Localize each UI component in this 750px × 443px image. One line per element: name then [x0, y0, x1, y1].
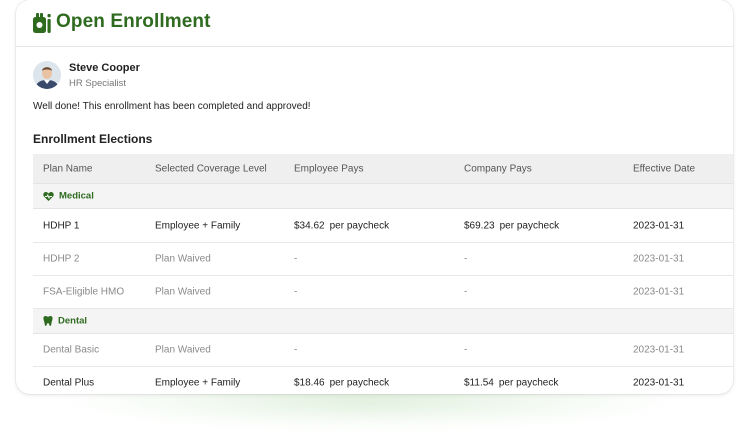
employee-pays-suffix: per paycheck	[329, 220, 390, 231]
company-pays-suffix: per paycheck	[498, 377, 559, 389]
company-pays: -	[464, 344, 468, 356]
company-pays: $11.54 per paycheck	[464, 378, 558, 389]
card-header: Open Enrollment	[16, 0, 733, 47]
company-pays-suffix: per paycheck	[499, 220, 560, 231]
effective-date: 2023-01-31	[633, 286, 685, 298]
coverage-level: Employee + Family	[155, 220, 241, 231]
table-row[interactable]: Dental Plus Employee + Family $18.46 per …	[33, 367, 733, 394]
company-pays: -	[464, 286, 468, 298]
group-label-medical: Medical	[59, 190, 94, 202]
table-header-row: Plan Name Selected Coverage Level Employ…	[33, 154, 733, 184]
plan-name: Dental Plus	[43, 377, 95, 389]
coverage-level: Plan Waived	[155, 286, 211, 298]
table-row[interactable]: Dental Basic Plan Waived - - 2023-01-31	[33, 334, 733, 367]
table-row[interactable]: HDHP 1 Employee + Family $34.62 per paych…	[33, 209, 733, 243]
table-row[interactable]: FSA-Eligible HMO Plan Waived - - 2023-01…	[33, 276, 733, 309]
employee-pays-amount: $18.46	[294, 377, 325, 389]
company-pays: -	[464, 253, 468, 265]
column-header-company-pays: Company Pays	[464, 163, 532, 174]
employee-pays-suffix: per paycheck	[329, 377, 390, 389]
table-row[interactable]: HDHP 2 Plan Waived - - 2023-01-31	[33, 243, 733, 276]
coverage-level: Employee + Family	[155, 377, 241, 389]
effective-date: 2023-01-31	[633, 220, 685, 231]
group-label-dental: Dental	[58, 315, 88, 327]
user-role: HR Specialist	[69, 78, 127, 89]
effective-date: 2023-01-31	[633, 377, 685, 389]
effective-date: 2023-01-31	[633, 253, 685, 265]
plan-name: HDHP 1	[43, 220, 80, 231]
coverage-level: Plan Waived	[155, 253, 211, 265]
column-header-employee-pays: Employee Pays	[294, 163, 364, 174]
enrollment-card: Open Enrollment Steve Cooper HR Speciali…	[16, 0, 733, 394]
employee-pays-amount: $34.62	[294, 220, 325, 231]
employee-pays: $18.46 per paycheck	[294, 378, 389, 389]
group-row-medical: Medical	[33, 184, 733, 209]
group-row-dental: Dental	[33, 309, 733, 334]
employee-pays: $34.62 per paycheck	[294, 220, 389, 231]
page-title: Open Enrollment	[56, 11, 211, 32]
plan-name: Dental Basic	[43, 344, 100, 356]
elections-table: Plan Name Selected Coverage Level Employ…	[33, 154, 733, 394]
avatar	[33, 61, 61, 89]
employee-pays: -	[294, 286, 298, 298]
section-title: Enrollment Elections	[33, 132, 153, 146]
user-name: Steve Cooper	[69, 62, 140, 74]
company-pays-amount: $11.54	[464, 377, 494, 389]
plan-name: HDHP 2	[43, 253, 80, 265]
company-pays: $69.23 per paycheck	[464, 220, 559, 231]
avatar-icon	[33, 61, 61, 89]
heart-icon	[43, 191, 54, 201]
completion-message: Well done! This enrollment has been comp…	[33, 101, 311, 112]
coverage-level: Plan Waived	[155, 344, 211, 356]
plan-name: FSA-Eligible HMO	[43, 286, 125, 298]
employee-pays: -	[294, 253, 298, 265]
column-header-effective-date: Effective Date	[633, 163, 696, 174]
tooth-icon	[43, 316, 53, 326]
company-pays-amount: $69.23	[464, 220, 495, 231]
column-header-coverage: Selected Coverage Level	[155, 163, 267, 174]
benefits-logo-icon	[33, 13, 51, 33]
employee-pays: -	[294, 344, 298, 356]
column-header-plan-name: Plan Name	[43, 163, 93, 174]
effective-date: 2023-01-31	[633, 344, 685, 356]
